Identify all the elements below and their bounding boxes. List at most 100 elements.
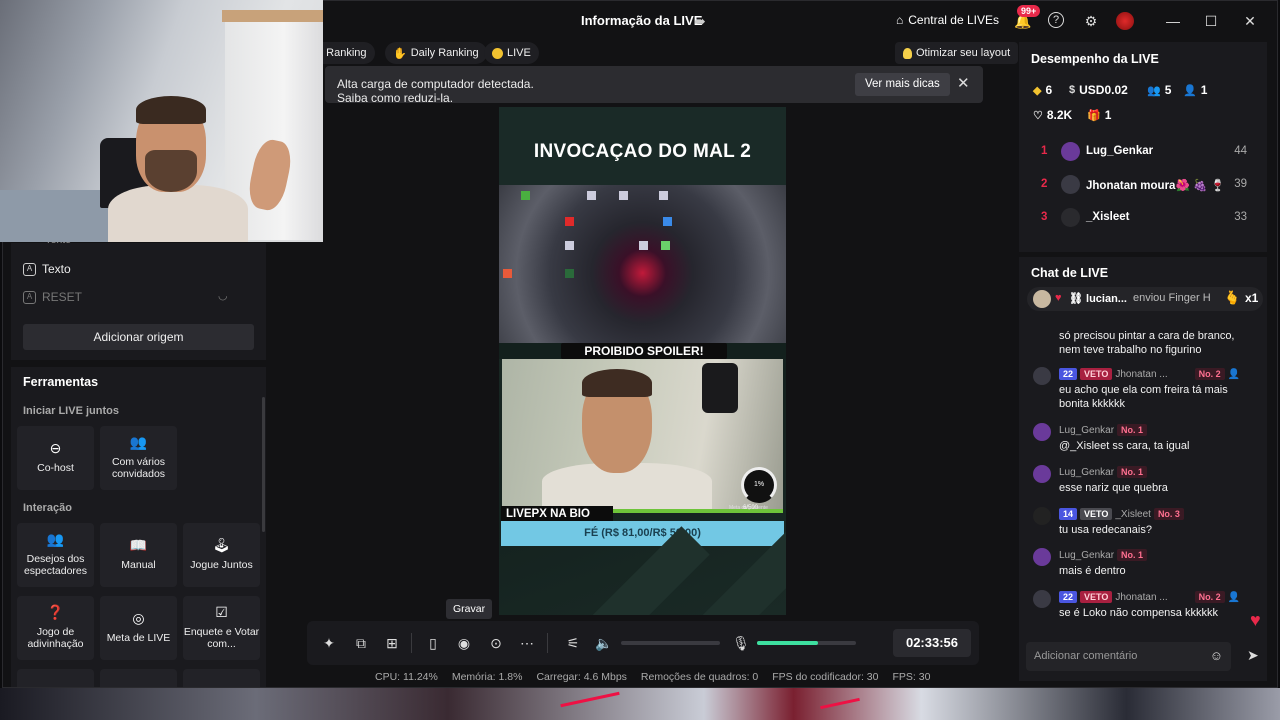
followers-stat: 👤 1 <box>1183 83 1207 97</box>
close-icon[interactable]: ✕ <box>1240 11 1260 31</box>
audio-settings-icon[interactable]: ⚟ <box>563 633 583 653</box>
tab-live[interactable]: LIVE <box>484 42 539 64</box>
message-text: se é Loko não compensa kkkkkk <box>1059 607 1218 619</box>
effects-wand-icon[interactable]: ✦ <box>319 633 339 653</box>
wallpaper-streak <box>820 697 860 710</box>
live-goal-tool[interactable]: ◎ Meta de LIVE <box>100 596 177 660</box>
record-icon[interactable]: ◉ <box>454 633 474 653</box>
ranking-row[interactable]: 2 Jhonatan moura🌺 🍇 🍷 🍸 39 <box>1031 171 1259 199</box>
emoji-icon[interactable]: ☺ <box>1210 648 1223 663</box>
message-user[interactable]: Jhonatan ... <box>1115 592 1167 603</box>
banner-message: Alta carga de computador detectada. Saib… <box>337 77 534 105</box>
level-badge: 14 <box>1059 508 1078 520</box>
user-icon: 👤 <box>1227 368 1241 380</box>
coin-icon <box>492 47 503 59</box>
cohost-tool[interactable]: ⊖ Co-host <box>17 426 94 490</box>
more-icon[interactable]: ⋯ <box>517 633 537 653</box>
webcam-overlay[interactable] <box>0 0 323 242</box>
tools-scrollbar[interactable] <box>262 397 265 532</box>
manual-tool[interactable]: 📖 Manual <box>100 523 177 587</box>
earnings-value: USD0.02 <box>1079 83 1128 97</box>
tool-label: Meta de LIVE <box>106 632 171 644</box>
divider <box>411 633 412 653</box>
message-user[interactable]: _Xisleet <box>1115 509 1151 520</box>
phone-icon[interactable]: ▯ <box>423 633 443 653</box>
close-icon[interactable]: ✕ <box>957 74 970 92</box>
rank-score: 39 <box>1234 178 1247 190</box>
text-icon: A <box>23 262 36 276</box>
speaker-icon[interactable]: 🔈 <box>594 633 614 653</box>
avatar <box>1033 465 1051 483</box>
rank-badge: No. 2 <box>1194 368 1225 380</box>
gift-goal-gauge: 1% <box>741 467 777 503</box>
message-text: só precisou pintar a cara de branco, nem… <box>1059 330 1235 356</box>
gift-text: enviou Finger H <box>1133 292 1211 304</box>
game-capture <box>499 185 786 345</box>
more-tool[interactable] <box>100 669 177 687</box>
avatar <box>1061 175 1080 194</box>
joystick-icon: 🕹 <box>212 537 231 553</box>
message-user[interactable]: Lug_Genkar <box>1059 425 1114 436</box>
tab-daily-ranking-label: Daily Ranking <box>410 47 479 59</box>
guess-game-tool[interactable]: ❓ Jogo de adivinhação <box>17 596 94 660</box>
upload-stat: Carregar: 4.6 Mbps <box>536 671 627 683</box>
faith-goal-bar: FÉ (R$ 81,00/R$ 50,00) <box>501 521 784 546</box>
avatar[interactable] <box>1116 12 1134 30</box>
multi-guest-tool[interactable]: 👥 Com vários convidados <box>100 426 177 490</box>
more-tool[interactable] <box>17 669 94 687</box>
captions-icon[interactable]: ⧉ <box>351 633 371 653</box>
chat-input[interactable]: Adicionar comentário ☺ <box>1026 642 1231 671</box>
rank-score: 33 <box>1234 211 1247 223</box>
fan-badge: VETO <box>1080 368 1113 380</box>
more-tool[interactable] <box>183 669 260 687</box>
source-item-reset[interactable]: A RESET <box>23 290 82 304</box>
ranking-row[interactable]: 3 _Xisleet 33 <box>1031 204 1259 232</box>
microphone-icon[interactable]: 🎙 <box>731 633 751 653</box>
volume-slider[interactable] <box>621 641 720 645</box>
share-icon[interactable]: ➦ <box>694 13 706 30</box>
message-user[interactable]: Jhonatan ... <box>1115 369 1167 380</box>
message-header: 22 VETO Jhonatan ... No. 2 👤 <box>1059 590 1240 604</box>
send-icon[interactable]: ➤ <box>1247 647 1259 664</box>
more-tips-button[interactable]: Ver mais dicas <box>855 73 950 96</box>
viewer-wishes-tool[interactable]: 👥 Desejos dos espectadores <box>17 523 94 587</box>
viewers-value: 5 <box>1164 83 1172 97</box>
tab-daily-ranking[interactable]: ✋ Daily Ranking <box>385 42 487 64</box>
central-lives-button[interactable]: ⌂ Central de LIVEs <box>896 13 999 27</box>
minimize-icon[interactable]: — <box>1163 11 1183 31</box>
desktop-wallpaper <box>0 688 1280 720</box>
source-item-text[interactable]: A Texto <box>23 262 71 276</box>
visibility-icon[interactable]: ◡ <box>218 289 228 302</box>
desktop-icon <box>661 241 670 250</box>
gifts-stat: 🎁 1 <box>1087 108 1111 122</box>
message-user[interactable]: Lug_Genkar <box>1059 467 1114 478</box>
stream-title: INVOCAÇAO DO MAL 2 <box>533 141 752 162</box>
avatar <box>1061 208 1080 227</box>
play-together-tool[interactable]: 🕹 Jogue Juntos <box>183 523 260 587</box>
ranking-row[interactable]: 1 Lug_Genkar 44 <box>1031 138 1259 166</box>
gear-icon[interactable]: ⚙ <box>1082 12 1100 30</box>
avatar <box>1033 548 1051 566</box>
help-icon[interactable]: ? <box>1048 12 1064 28</box>
heart-icon: ♡ <box>1033 109 1043 122</box>
rank-score: 44 <box>1234 145 1247 157</box>
poll-tool[interactable]: ☑ Enquete e Votar com... <box>183 596 260 660</box>
window-title[interactable]: Informação da LIVE <box>581 13 702 28</box>
add-source-button[interactable]: Adicionar origem <box>23 324 254 350</box>
user-plus-icon: 👤 <box>1183 84 1197 97</box>
divider <box>547 633 548 653</box>
checkbox-icon: ☑ <box>215 604 228 620</box>
earnings-stat: $ USD0.02 <box>1069 83 1128 97</box>
layout-icon[interactable]: ⊞ <box>382 633 402 653</box>
fps-stat: FPS: 30 <box>892 671 931 683</box>
screenshot-icon[interactable]: ⊙ <box>486 633 506 653</box>
message-user[interactable]: Lug_Genkar <box>1059 550 1114 561</box>
rank-number: 3 <box>1041 211 1048 223</box>
maximize-icon[interactable]: ☐ <box>1201 11 1221 31</box>
message-header: 14 VETO _Xisleet No. 3 <box>1059 507 1184 521</box>
optimize-layout-button[interactable]: Otimizar seu layout <box>895 42 1019 64</box>
live-preview[interactable]: INVOCAÇAO DO MAL 2 PROIBIDO SPOILER! 1% … <box>499 107 786 615</box>
rank-badge: No. 1 <box>1117 424 1148 436</box>
mic-slider[interactable] <box>757 641 856 645</box>
gift-icon: 🎁 <box>1087 109 1101 122</box>
